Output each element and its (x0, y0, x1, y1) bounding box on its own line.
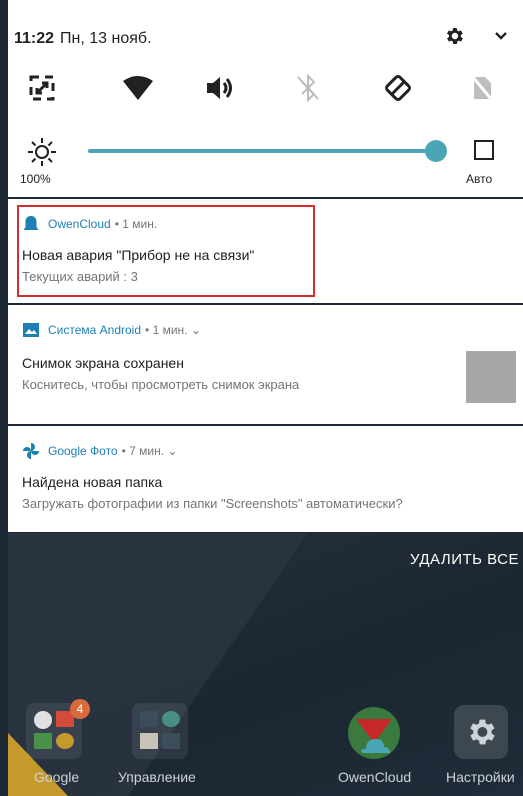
owencloud-app-icon[interactable] (344, 705, 404, 761)
auto-brightness-label: Авто (466, 172, 493, 186)
brightness-slider-thumb[interactable] (425, 140, 447, 162)
settings-gear-icon[interactable] (443, 25, 465, 47)
wifi-icon[interactable] (118, 68, 158, 108)
brightness-percent: 100% (20, 172, 51, 186)
notification-google-photos[interactable]: Google Фото • 7 мин. ⌄ Найдена новая пап… (8, 426, 523, 532)
pinwheel-icon (23, 443, 39, 459)
dock-label-management: Управление (118, 769, 196, 785)
brightness-sun-icon (28, 138, 56, 166)
notification-title: Найдена новая папка (22, 474, 163, 490)
brightness-control: 100% Авто (0, 132, 515, 190)
status-row: 11:22 Пн, 13 нояб. (14, 28, 152, 50)
highlight-frame (17, 205, 315, 297)
bluetooth-off-icon[interactable] (288, 68, 328, 108)
settings-app-icon[interactable] (454, 705, 508, 759)
auto-brightness-checkbox[interactable] (474, 140, 494, 160)
home-screen: УДАЛИТЬ ВСЕ 4 Google Управление OwenClou… (8, 533, 523, 796)
screenshot-thumbnail[interactable] (466, 351, 516, 403)
sim-off-icon[interactable] (462, 68, 502, 108)
notification-time[interactable]: • 7 мин. ⌄ (122, 444, 178, 458)
dock-label-owencloud: OwenCloud (338, 769, 412, 785)
wallpaper (8, 533, 308, 796)
app-name: Google Фото (48, 444, 118, 458)
management-folder-icon[interactable] (132, 703, 188, 759)
notification-time[interactable]: • 1 мин. ⌄ (145, 323, 201, 337)
rotate-lock-icon[interactable] (378, 68, 418, 108)
sound-icon[interactable] (200, 68, 240, 108)
notification-text: Загружать фотографии из папки "Screensho… (22, 496, 403, 511)
notification-screenshot[interactable]: Система Android • 1 мин. ⌄ Снимок экрана… (8, 305, 523, 424)
dock-label-google: Google (34, 769, 80, 785)
image-icon (23, 323, 39, 337)
notification-text: Коснитесь, чтобы просмотреть снимок экра… (22, 377, 300, 392)
date[interactable]: Пн, 13 нояб. (60, 30, 151, 48)
app-name: Система Android (48, 323, 142, 337)
notification-header: Система Android • 1 мин. ⌄ (22, 321, 201, 339)
quick-tiles (0, 68, 515, 108)
notification-header: Google Фото • 7 мин. ⌄ (22, 442, 177, 460)
auto-rotate-icon[interactable] (22, 68, 62, 108)
badge-count: 4 (70, 699, 90, 719)
clock: 11:22 (14, 30, 55, 47)
clear-all-button[interactable]: УДАЛИТЬ ВСЕ (410, 551, 519, 568)
notification-title: Снимок экрана сохранен (22, 355, 184, 371)
dock-label-settings: Настройки (446, 769, 515, 785)
brightness-slider[interactable] (88, 149, 436, 153)
chevron-down-icon[interactable] (493, 29, 509, 43)
